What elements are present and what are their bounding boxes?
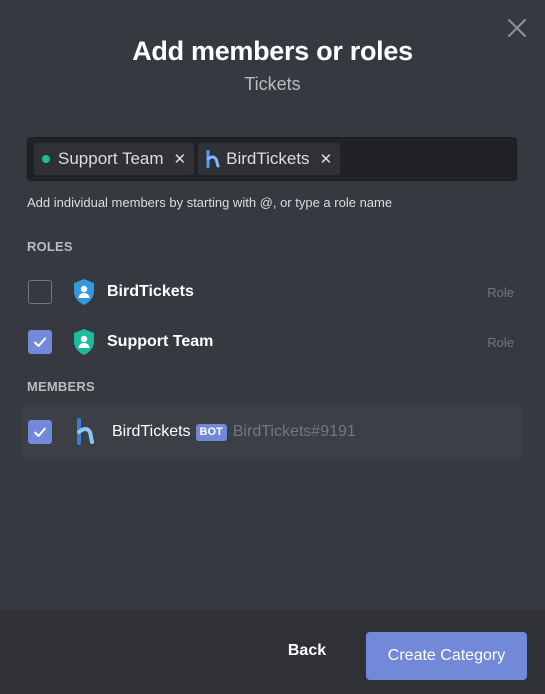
back-button[interactable]: Back <box>279 642 335 660</box>
modal-subtitle: Tickets <box>244 74 301 94</box>
role-checkbox[interactable] <box>28 330 52 354</box>
role-name: Support Team <box>107 333 214 350</box>
role-name: BirdTickets <box>107 283 194 300</box>
role-row-support-team[interactable]: Support Team Role <box>22 317 522 367</box>
role-shield-icon <box>74 279 94 305</box>
roles-section-label: ROLES <box>27 239 73 254</box>
create-category-button[interactable]: Create Category <box>366 632 527 680</box>
members-section-label: MEMBERS <box>27 379 95 394</box>
member-checkbox[interactable] <box>28 420 52 444</box>
role-checkbox[interactable] <box>28 280 52 304</box>
avatar <box>77 418 94 445</box>
role-shield-icon <box>74 329 94 355</box>
chip-label: Support Team <box>58 149 164 168</box>
helper-text: Add individual members by starting with … <box>27 195 393 210</box>
role-type-label: Role <box>487 284 514 300</box>
role-color-dot-icon <box>42 155 50 163</box>
bot-badge: BOT <box>195 423 227 441</box>
checkmark-icon <box>34 427 46 437</box>
selected-chip-support-team: Support Team ✕ <box>34 143 195 175</box>
remove-chip-icon[interactable]: ✕ <box>174 150 187 168</box>
remove-chip-icon[interactable]: ✕ <box>320 150 333 168</box>
role-type-label: Role <box>487 334 514 350</box>
birdtickets-logo-icon <box>206 150 220 168</box>
checkmark-icon <box>34 337 46 347</box>
member-name: BirdTickets <box>112 423 191 440</box>
member-role-search-input[interactable]: Support Team ✕ BirdTickets ✕ <box>27 137 517 181</box>
member-row-birdtickets[interactable]: BirdTickets BOT BirdTickets#9191 <box>22 407 522 457</box>
selected-chip-birdtickets: BirdTickets ✕ <box>198 143 341 175</box>
chip-label: BirdTickets <box>226 149 310 168</box>
modal-title: Add members or roles <box>132 36 413 66</box>
role-row-birdtickets[interactable]: BirdTickets Role <box>22 267 522 317</box>
modal-footer: Back Create Category <box>0 610 545 694</box>
member-tag: BirdTickets#9191 <box>232 423 356 440</box>
